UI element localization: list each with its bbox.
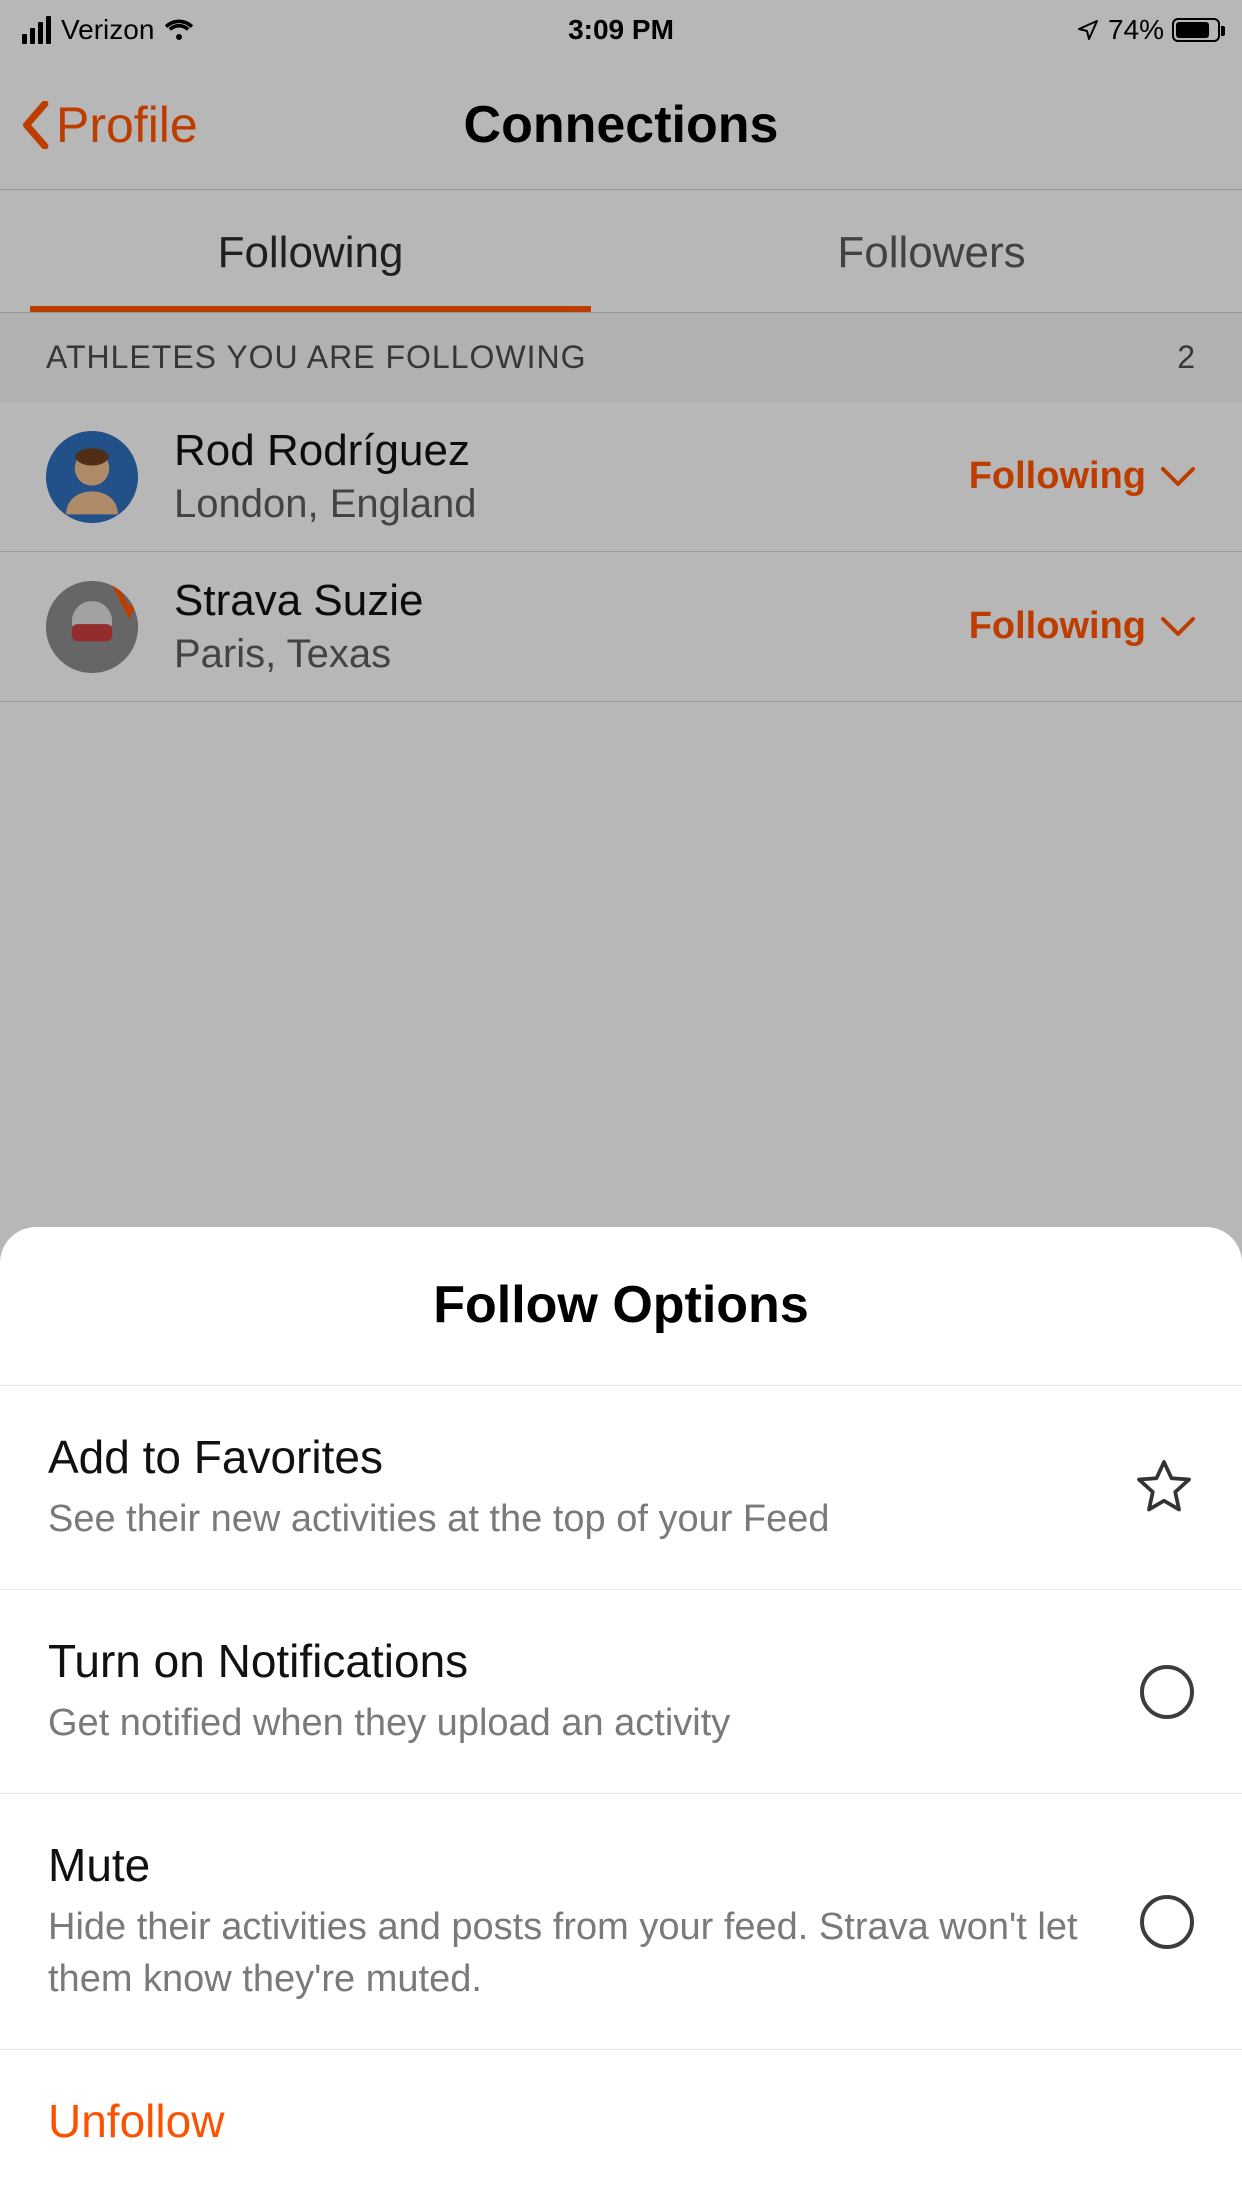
- sheet-title: Follow Options: [0, 1275, 1242, 1386]
- radio-unchecked[interactable]: [1140, 1895, 1194, 1949]
- star-icon[interactable]: [1134, 1457, 1194, 1517]
- option-add-favorites[interactable]: Add to Favorites See their new activitie…: [0, 1386, 1242, 1590]
- unfollow-button[interactable]: Unfollow: [0, 2050, 1242, 2208]
- option-notifications[interactable]: Turn on Notifications Get notified when …: [0, 1590, 1242, 1794]
- option-mute[interactable]: Mute Hide their activities and posts fro…: [0, 1794, 1242, 2050]
- option-subtitle: See their new activities at the top of y…: [48, 1494, 1104, 1545]
- option-title: Mute: [48, 1838, 1110, 1892]
- option-subtitle: Hide their activities and posts from you…: [48, 1902, 1110, 2005]
- option-title: Turn on Notifications: [48, 1634, 1110, 1688]
- radio-unchecked[interactable]: [1140, 1665, 1194, 1719]
- follow-options-sheet: Follow Options Add to Favorites See thei…: [0, 1227, 1242, 2208]
- option-subtitle: Get notified when they upload an activit…: [48, 1698, 1110, 1749]
- option-title: Add to Favorites: [48, 1430, 1104, 1484]
